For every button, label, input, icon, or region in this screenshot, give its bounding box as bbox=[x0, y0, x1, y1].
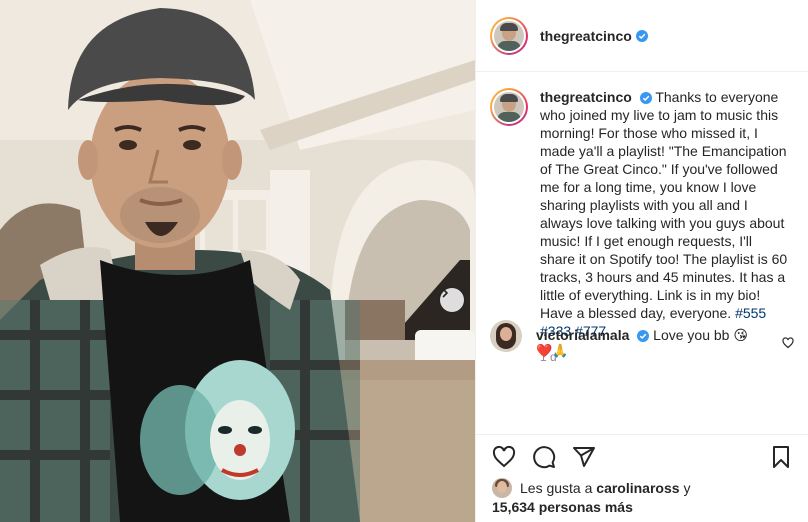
likes-summary: Les gusta a carolinaross y 15,634 person… bbox=[492, 478, 797, 516]
carousel-next-button[interactable] bbox=[440, 288, 464, 312]
verified-badge-icon bbox=[639, 92, 652, 105]
verified-badge-icon bbox=[637, 330, 650, 343]
liker-avatar[interactable] bbox=[492, 478, 512, 498]
likes-prefix: Les gusta a bbox=[520, 480, 593, 496]
verified-badge-icon bbox=[635, 29, 648, 42]
share-icon bbox=[573, 446, 595, 467]
selfie-image bbox=[0, 0, 475, 522]
share-button[interactable] bbox=[572, 445, 596, 469]
instagram-post: thegreatcinco thegreatcinco Thanks to ev… bbox=[0, 0, 808, 522]
heart-icon bbox=[782, 337, 794, 349]
comment-button[interactable] bbox=[532, 445, 556, 469]
chevron-right-icon bbox=[442, 288, 449, 298]
comment-body: victorialamala Love you bb 😘 bbox=[536, 326, 748, 344]
comment-icon bbox=[533, 445, 556, 468]
author-username[interactable]: thegreatcinco bbox=[540, 28, 632, 44]
save-button[interactable] bbox=[769, 445, 793, 469]
heart-icon bbox=[492, 445, 516, 467]
comment-row: victorialamala Love you bb 😘 ❤️🙏 bbox=[490, 320, 795, 358]
post-actions bbox=[476, 434, 808, 478]
comment-like-button[interactable] bbox=[782, 336, 794, 354]
author-avatar[interactable] bbox=[490, 16, 528, 55]
comment-emojis: ❤️🙏 bbox=[536, 343, 569, 358]
bookmark-icon bbox=[773, 445, 789, 468]
caption-author-avatar[interactable] bbox=[490, 88, 528, 126]
post-caption: thegreatcinco Thanks to everyone who joi… bbox=[540, 88, 790, 340]
post-header: thegreatcinco bbox=[476, 0, 808, 72]
likes-count[interactable]: 15,634 personas más bbox=[492, 498, 797, 516]
post-sidebar: thegreatcinco thegreatcinco Thanks to ev… bbox=[475, 0, 808, 522]
post-photo[interactable] bbox=[0, 0, 475, 522]
likes-suffix: y bbox=[683, 480, 691, 496]
caption-text: Thanks to everyone who joined my live to… bbox=[540, 89, 788, 321]
caption-username[interactable]: thegreatcinco bbox=[540, 89, 632, 105]
commenter-avatar[interactable] bbox=[490, 320, 522, 352]
liker-username[interactable]: carolinaross bbox=[596, 479, 679, 497]
commenter-username[interactable]: victorialamala bbox=[536, 327, 629, 343]
like-button[interactable] bbox=[492, 445, 516, 469]
comment-text: Love you bb 😘 bbox=[653, 327, 748, 343]
